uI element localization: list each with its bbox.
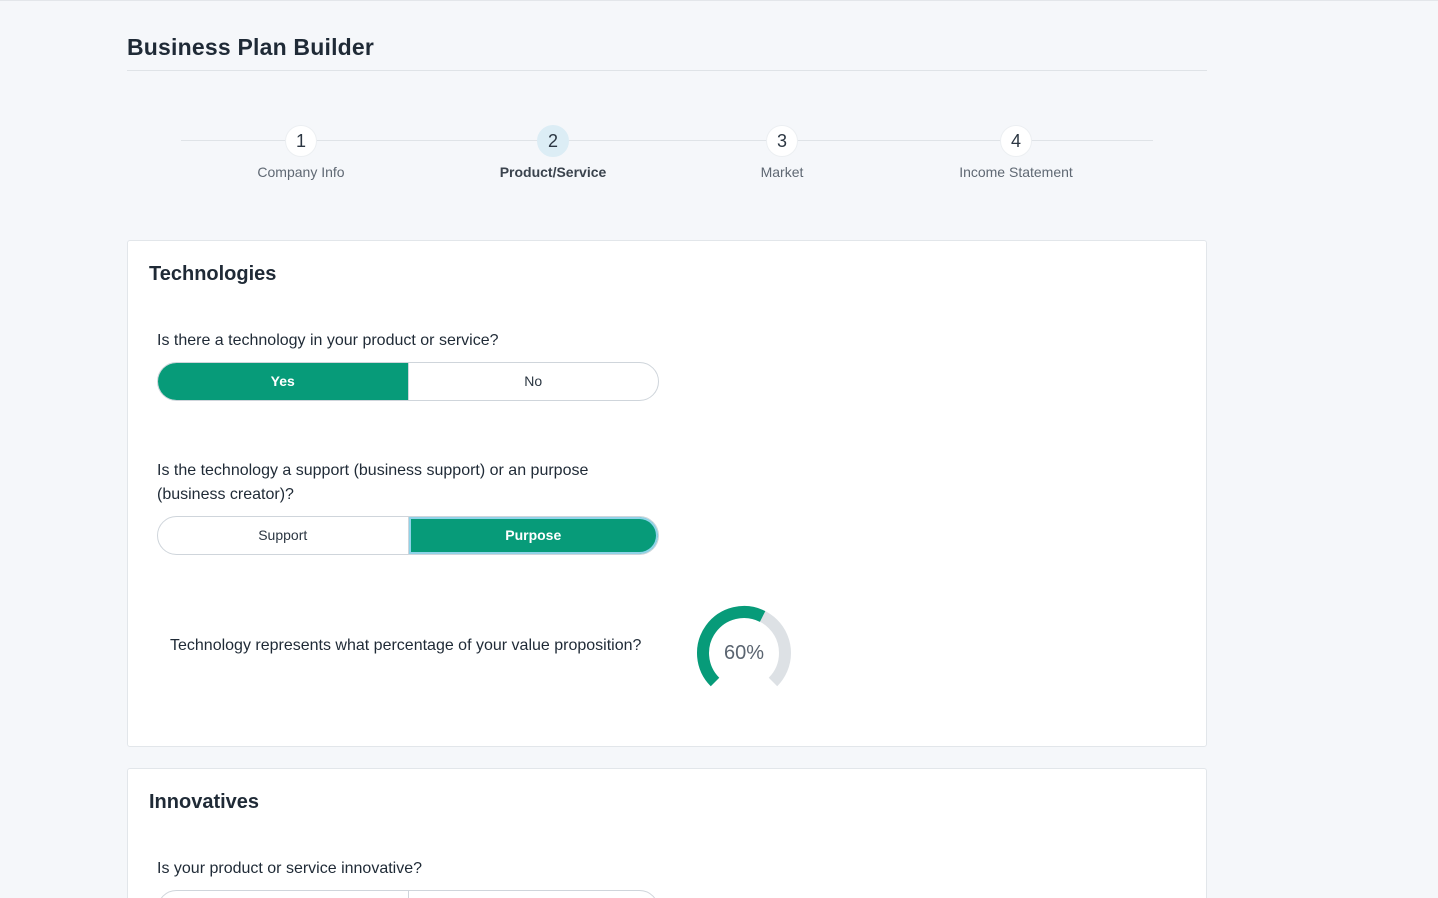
step-label: Income Statement: [959, 164, 1073, 180]
innovative-question: Is your product or service innovative?: [157, 860, 423, 877]
step-company-info[interactable]: 1 Company Info: [201, 122, 401, 180]
technologies-card: Technologies Is there a technology in yo…: [127, 240, 1207, 747]
step-income-statement[interactable]: 4 Income Statement: [916, 122, 1116, 180]
step-label: Market: [760, 164, 804, 180]
innovative-toggle: [157, 890, 659, 898]
innovatives-card: Innovatives Is your product or service i…: [127, 768, 1207, 898]
progress-stepper: 1 Company Info 2 Product/Service 3 Marke…: [181, 122, 1153, 192]
technology-toggle: Yes No: [157, 362, 659, 401]
title-divider: [127, 70, 1207, 71]
technology-question: Is there a technology in your product or…: [157, 332, 499, 349]
step-number: 2: [537, 125, 569, 157]
top-divider: [0, 0, 1438, 1]
gauge-value: 60%: [723, 642, 765, 664]
yes-option[interactable]: [158, 891, 408, 898]
step-product-service[interactable]: 2 Product/Service: [453, 122, 653, 180]
percentage-question: Technology represents what percentage of…: [170, 637, 642, 654]
step-label: Product/Service: [499, 164, 607, 180]
no-option[interactable]: [407, 891, 659, 898]
step-number: 3: [766, 125, 798, 157]
page-title: Business Plan Builder: [127, 34, 375, 60]
card-title: Innovatives: [149, 791, 260, 813]
support-option[interactable]: Support: [158, 517, 408, 554]
percentage-gauge[interactable]: 60%: [696, 605, 792, 701]
no-option[interactable]: No: [407, 363, 659, 400]
step-number: 1: [285, 125, 317, 157]
support-purpose-question: Is the technology a support (business su…: [157, 462, 589, 503]
purpose-option[interactable]: Purpose: [407, 517, 658, 554]
step-label: Company Info: [257, 164, 345, 180]
yes-option[interactable]: Yes: [158, 363, 408, 400]
step-market[interactable]: 3 Market: [682, 122, 882, 180]
support-purpose-toggle: Support Purpose: [157, 516, 659, 555]
card-title: Technologies: [149, 263, 277, 285]
step-number: 4: [1000, 125, 1032, 157]
